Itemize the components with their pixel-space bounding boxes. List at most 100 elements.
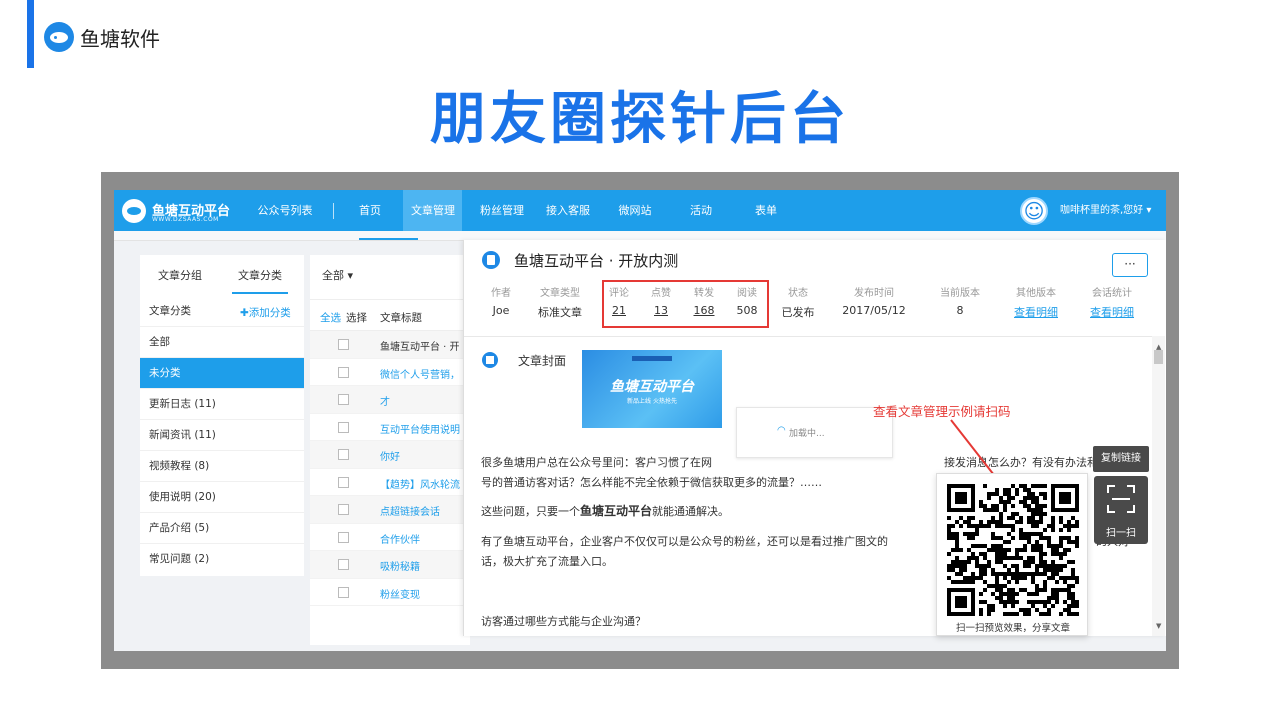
table-row[interactable]: 合作伙伴 (310, 524, 470, 551)
user-greeting[interactable]: 咖啡杯里的茶,您好 ▾ (1060, 190, 1151, 231)
nav-item-activity[interactable]: 活动 (679, 190, 723, 231)
row-title[interactable]: 鱼塘互动平台 · 开 (380, 338, 460, 353)
paragraph-1-line-2: 号的普通访客对话？怎么样能不完全依赖于微信获取更多的流量？…… (481, 476, 822, 489)
cover-title: 鱼塘互动平台 (610, 379, 694, 395)
meta-value: 标准文章 (538, 306, 582, 319)
category-item[interactable]: 产品介绍 (5) (140, 513, 304, 544)
slide-title: 朋友圈探针后台 (430, 87, 850, 152)
row-title[interactable]: 合作伙伴 (380, 531, 420, 546)
row-checkbox[interactable] (338, 421, 349, 433)
table-row[interactable]: 点超链接会话 (310, 496, 470, 524)
table-row[interactable]: 你好 (310, 441, 470, 469)
article-title: 鱼塘互动平台 · 开放内测 (514, 252, 679, 270)
row-checkbox[interactable] (338, 476, 349, 488)
category-item[interactable]: 全部 (140, 327, 304, 358)
add-category-button[interactable]: ✚添加分类 (240, 305, 291, 320)
category-item[interactable]: 使用说明 (20) (140, 482, 304, 513)
row-checkbox[interactable] (338, 586, 349, 598)
scan-icon (1107, 485, 1135, 513)
document-icon (482, 251, 500, 269)
more-button[interactable]: ··· (1112, 253, 1148, 277)
select-all-link[interactable]: 全选 (320, 310, 341, 325)
row-title[interactable]: 点超链接会话 (380, 503, 440, 518)
meta-header: 会话统计 (1092, 288, 1132, 299)
cover-image: 鱼塘互动平台 新品上线 火热抢先 (582, 350, 722, 428)
category-item-active[interactable]: 未分类 (140, 358, 304, 389)
category-item[interactable]: 更新日志 (11) (140, 389, 304, 420)
table-row[interactable]: 粉丝变现 (310, 579, 470, 606)
row-title[interactable]: 【趋势】风水轮流 (380, 476, 460, 491)
account-list-link[interactable]: 公众号列表 (254, 190, 316, 231)
slide-brand: 鱼塘软件 (44, 22, 160, 52)
nav-item-articles[interactable]: 文章管理 (404, 190, 462, 231)
paragraph-2: 这些问题，只要一个鱼塘互动平台就能通通解决。 (481, 504, 730, 518)
paragraph-1-line-1: 很多鱼塘用户总在公众号里问：客户习惯了在网 (481, 456, 712, 469)
table-row[interactable]: 才 (310, 386, 470, 414)
scroll-thumb[interactable] (1154, 350, 1163, 364)
article-list-panel: 全部 ▾ 全选 选择 文章标题 鱼塘互动平台 · 开微信个人号营销， 才互动平台使… (310, 255, 470, 645)
scroll-down-icon[interactable]: ▼ (1156, 622, 1161, 630)
row-checkbox[interactable] (338, 504, 349, 515)
col-title: 文章标题 (380, 312, 422, 324)
list-header: 全选 选择 文章标题 (310, 299, 470, 331)
category-item[interactable]: 常见问题 (2) (140, 544, 304, 575)
divider (464, 336, 1153, 337)
table-row[interactable]: 吸粉秘籍 (310, 551, 470, 579)
platform-logo-icon (122, 199, 146, 223)
nav-item-fans[interactable]: 粉丝管理 (474, 190, 530, 231)
select-link[interactable]: 选择 (346, 310, 367, 325)
row-checkbox[interactable] (338, 366, 349, 378)
nav-item-microsite[interactable]: 微网站 (610, 190, 660, 231)
category-item[interactable]: 新闻资讯 (11) (140, 420, 304, 451)
qr-code-icon[interactable] (947, 484, 1079, 616)
loading-text: 加载中... (789, 429, 825, 439)
meta-value: Joe (492, 304, 510, 317)
nav-item-home[interactable]: 首页 (350, 190, 390, 231)
row-title[interactable]: 你好 (380, 448, 400, 463)
row-checkbox[interactable] (338, 394, 349, 405)
table-row[interactable]: 【趋势】风水轮流 (310, 469, 470, 496)
cover-label: 文章封面 (518, 354, 567, 368)
tab-article-groups[interactable]: 文章分组 (158, 267, 202, 283)
brand-name: 鱼塘软件 (80, 26, 160, 51)
row-checkbox[interactable] (338, 449, 349, 460)
category-item[interactable]: 视频教程 (8) (140, 451, 304, 482)
category-panel: 文章分组 文章分类 文章分类 ✚添加分类 全部 未分类 更新日志 (11) 新闻… (140, 255, 304, 576)
meta-header: 文章类型 (540, 288, 580, 299)
meta-header: 其他版本 (1016, 288, 1056, 299)
stats-highlight-box (602, 280, 769, 328)
meta-value: 2017/05/12 (842, 304, 906, 317)
nav-item-service[interactable]: 接入客服 (540, 190, 596, 231)
filter-dropdown[interactable]: 全部 ▾ (322, 267, 353, 283)
accent-bar (27, 0, 34, 68)
copy-link-button[interactable]: 复制链接 (1093, 446, 1149, 472)
row-checkbox[interactable] (338, 531, 349, 543)
tab-article-categories[interactable]: 文章分类 (238, 267, 282, 283)
paragraph-4: 访客通过哪些方式能与企业沟通？ (481, 615, 646, 628)
cover-subtitle: 新品上线 火热抢先 (627, 398, 677, 405)
meta-header: 当前版本 (940, 288, 980, 299)
row-checkbox[interactable] (338, 339, 349, 350)
row-title[interactable]: 互动平台使用说明 (380, 421, 460, 436)
row-title[interactable]: 粉丝变现 (380, 586, 420, 601)
scrollbar[interactable] (1152, 336, 1165, 636)
table-row[interactable]: 鱼塘互动平台 · 开 (310, 331, 470, 359)
view-details-link[interactable]: 查看明细 (1006, 304, 1066, 320)
nav-divider (333, 203, 334, 219)
table-row[interactable]: 微信个人号营销， (310, 359, 470, 386)
scan-button[interactable]: 扫一扫 (1094, 476, 1148, 544)
row-checkbox[interactable] (338, 559, 349, 570)
table-row[interactable]: 互动平台使用说明 (310, 414, 470, 441)
cover-icon (482, 352, 498, 368)
fish-logo-icon (44, 22, 74, 52)
spinner-icon: ◠ (777, 425, 786, 436)
platform-url: WWW.DZSAAS.COM (152, 216, 219, 223)
loading-toast: ◠ 加载中... (736, 407, 893, 458)
user-avatar[interactable] (1020, 197, 1048, 225)
row-title[interactable]: 吸粉秘籍 (380, 558, 420, 573)
paragraph-3-line-1: 有了鱼塘互动平台，企业客户不仅仅可以是公众号的粉丝，还可以是看过推广图文的 (481, 535, 888, 548)
row-title[interactable]: 微信个人号营销， (380, 366, 460, 381)
nav-item-forms[interactable]: 表单 (746, 190, 786, 231)
view-details-link[interactable]: 查看明细 (1082, 304, 1142, 320)
row-title[interactable]: 才 (380, 393, 390, 408)
